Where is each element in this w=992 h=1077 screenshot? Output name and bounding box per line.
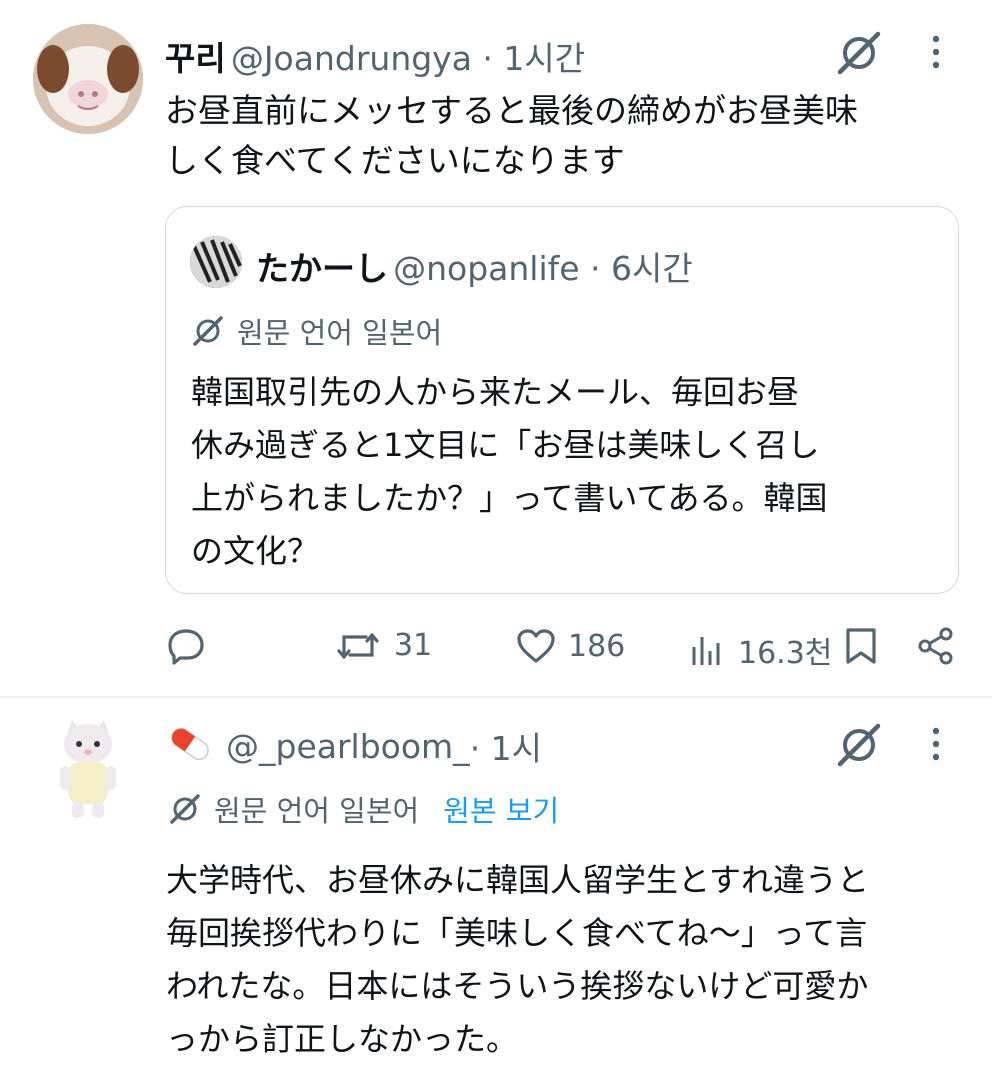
- grok-icon[interactable]: [834, 722, 884, 768]
- bar-chart-icon: [690, 633, 724, 667]
- tweet-text: お昼直前にメッセすると最後の締めがお昼美味 しく食べてくださいになります: [165, 86, 858, 186]
- quote-text-line: 休み過ぎると1文目に「お昼は美味しく召し: [191, 426, 820, 464]
- avatar[interactable]: [50, 718, 126, 822]
- tweet-text-line: しく食べてくださいになります: [165, 141, 625, 180]
- handle[interactable]: @Joandrungya: [231, 39, 472, 78]
- reply-icon[interactable]: [166, 626, 206, 666]
- tweet-text-line: お昼直前にメッセすると最後の締めがお昼美味: [165, 91, 858, 130]
- views-button[interactable]: 16.3천: [690, 628, 832, 672]
- more-options-icon[interactable]: [928, 34, 944, 70]
- show-original-link[interactable]: 원본 보기: [443, 788, 559, 830]
- quote-header: たかーし @nopanlife · 6시간: [256, 242, 693, 290]
- tweet-header: 꾸리 @Joandrungya · 1시간: [165, 32, 585, 80]
- like-count: 186: [568, 628, 626, 664]
- zebra-pattern-avatar-icon: [190, 236, 242, 288]
- quote-text-line: 韓国取引先の人から来たメール、毎回お昼: [191, 373, 800, 411]
- tweet-text-line: 大学時代、お昼休みに韓国人留学生とすれ違うと: [166, 861, 870, 899]
- pill-emoji-icon: [166, 724, 214, 768]
- guinea-pig-avatar-icon: [33, 24, 143, 134]
- more-options-icon[interactable]: [928, 726, 944, 762]
- handle[interactable]: @_pearlboom_: [226, 727, 470, 766]
- quote-timestamp[interactable]: · 6시간: [580, 249, 693, 288]
- translation-label: 원문 언어 일본어: [214, 794, 420, 828]
- translation-label: 원문 언어 일본어: [237, 316, 443, 350]
- avatar[interactable]: [33, 24, 143, 134]
- like-button[interactable]: 186: [516, 628, 625, 664]
- quote-text-line: の文化？: [191, 532, 320, 570]
- retweet-button[interactable]: 31: [336, 628, 432, 663]
- timestamp[interactable]: · 1시: [470, 722, 542, 770]
- retweet-icon: [336, 629, 380, 663]
- quote-handle[interactable]: @nopanlife: [393, 249, 579, 288]
- quote-text: 韓国取引先の人から来たメール、毎回お昼 休み過ぎると1文目に「お昼は美味しく召し…: [191, 366, 827, 578]
- tweet-text-line: 毎回挨拶代わりに「美味しく食べてね〜」って言: [166, 914, 868, 952]
- views-count: 16.3천: [738, 636, 833, 671]
- retweet-count: 31: [394, 628, 433, 663]
- heart-icon: [516, 628, 556, 664]
- tweet-text: 大学時代、お昼休みに韓国人留学生とすれ違うと 毎回挨拶代わりに「美味しく食べてね…: [166, 854, 869, 1066]
- quote-display-name[interactable]: たかーし: [256, 249, 388, 288]
- cat-figure-avatar-icon: [60, 720, 116, 818]
- translation-note: 원문 언어 일본어: [191, 310, 442, 352]
- grok-icon[interactable]: [834, 30, 884, 76]
- tweet-header: @_pearlboom_ · 1시: [166, 722, 542, 770]
- tweet-text-line: われたな。日本にはそういう挨拶ないけど可愛か: [166, 967, 869, 1005]
- tweet-text-line: っから訂正しなかった。: [166, 1020, 519, 1058]
- quote-text-line: 上がられましたか？」って書いてある。韓国: [191, 479, 828, 517]
- divider: [0, 696, 992, 698]
- display-name[interactable]: 꾸리: [165, 39, 226, 78]
- quote-avatar[interactable]: [190, 236, 242, 288]
- translation-note: 원문 언어 일본어 원본 보기: [168, 788, 559, 830]
- translate-icon: [191, 315, 225, 347]
- bookmark-icon[interactable]: [844, 626, 878, 666]
- timestamp[interactable]: · 1시간: [472, 39, 585, 78]
- share-icon[interactable]: [916, 626, 956, 666]
- translate-icon: [168, 793, 202, 825]
